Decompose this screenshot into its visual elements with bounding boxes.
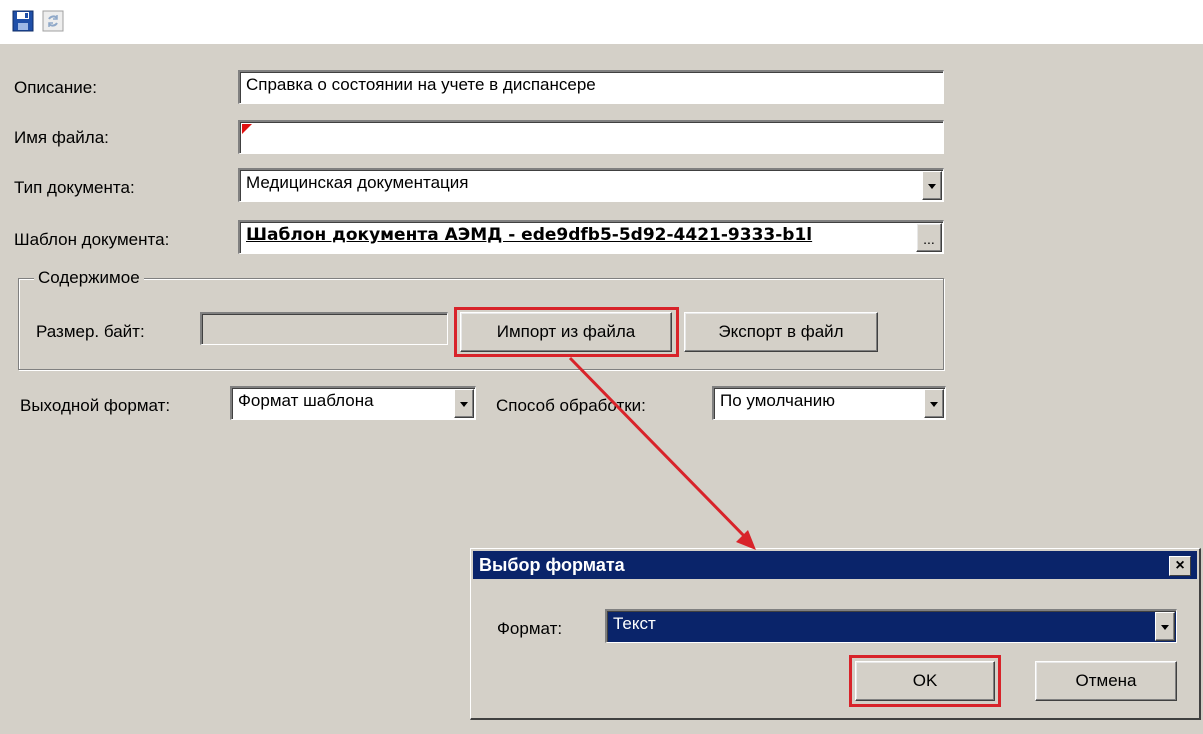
processing-select[interactable]: По умолчанию xyxy=(712,386,946,420)
output-format-label: Выходной формат: xyxy=(20,396,171,415)
doctype-value: Медицинская документация xyxy=(246,173,469,192)
size-label: Размер. байт: xyxy=(36,322,145,341)
template-field[interactable]: Шаблон документа АЭМД - ede9dfb5-5d92-44… xyxy=(238,220,944,254)
format-dialog: Выбор формата × Формат: Текст OK Отмена xyxy=(470,548,1201,720)
doctype-select[interactable]: Медицинская документация xyxy=(238,168,944,202)
template-label: Шаблон документа: xyxy=(14,230,170,249)
doctype-label: Тип документа: xyxy=(14,178,135,197)
template-value: Шаблон документа АЭМД - ede9dfb5-5d92-44… xyxy=(246,225,813,245)
content-group-title: Содержимое xyxy=(34,268,144,288)
chevron-down-icon[interactable] xyxy=(1155,612,1175,641)
chevron-down-icon[interactable] xyxy=(922,171,942,200)
dialog-title-bar: Выбор формата × xyxy=(473,551,1197,579)
format-select[interactable]: Текст xyxy=(605,609,1177,643)
output-format-value: Формат шаблона xyxy=(238,391,374,410)
save-icon[interactable] xyxy=(12,10,34,32)
size-field xyxy=(200,312,448,345)
refresh-icon[interactable] xyxy=(42,10,64,32)
export-button[interactable]: Экспорт в файл xyxy=(684,312,878,352)
filename-field[interactable] xyxy=(238,120,944,154)
format-value: Текст xyxy=(613,614,656,633)
filename-label: Имя файла: xyxy=(14,128,109,147)
format-label: Формат: xyxy=(497,619,563,638)
template-browse-button[interactable]: ... xyxy=(916,223,942,252)
import-button[interactable]: Импорт из файла xyxy=(460,312,672,352)
processing-label: Способ обработки: xyxy=(496,396,646,415)
dialog-title: Выбор формата xyxy=(479,555,625,575)
chevron-down-icon[interactable] xyxy=(924,389,944,418)
close-icon[interactable]: × xyxy=(1169,556,1191,576)
cancel-button[interactable]: Отмена xyxy=(1035,661,1177,701)
required-marker-icon xyxy=(242,124,252,134)
description-label: Описание: xyxy=(14,78,97,97)
description-field[interactable]: Справка о состоянии на учете в диспансер… xyxy=(238,70,944,104)
chevron-down-icon[interactable] xyxy=(454,389,474,418)
ok-button[interactable]: OK xyxy=(855,661,995,701)
processing-value: По умолчанию xyxy=(720,391,835,410)
output-format-select[interactable]: Формат шаблона xyxy=(230,386,476,420)
